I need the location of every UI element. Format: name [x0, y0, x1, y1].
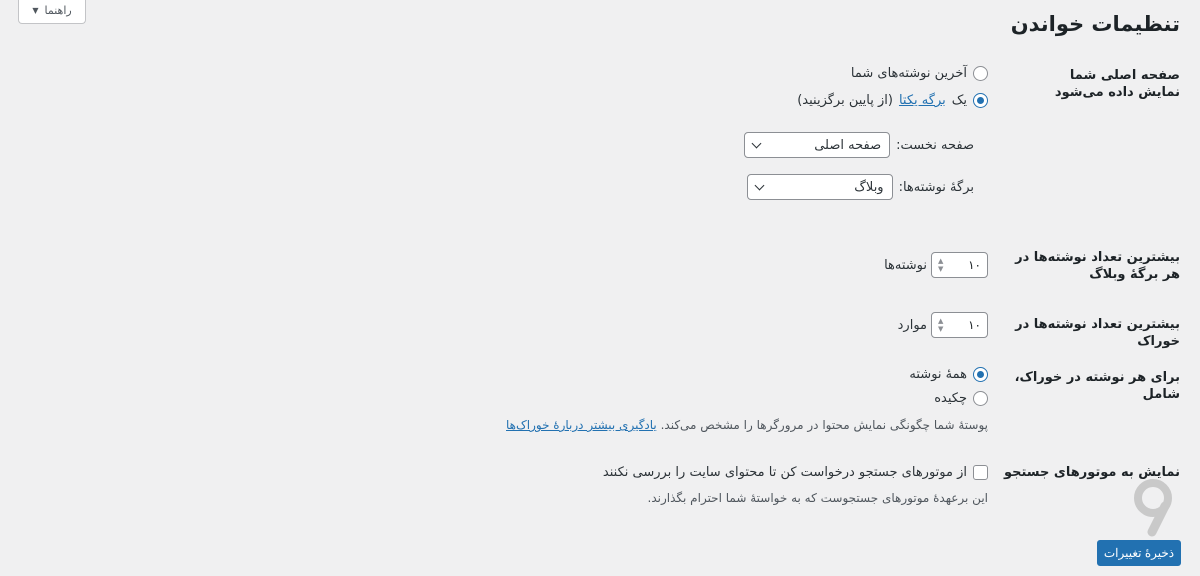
rss-content-label: برای هر نوشته در خوراک، شامل	[1014, 370, 1180, 402]
static-page-link[interactable]: برگه یکتا	[899, 93, 946, 108]
homepage-option-static[interactable]: یک برگه یکتا (از پایین برگزینید)	[797, 93, 988, 108]
rss-description: پوستهٔ شما چگونگی نمایش محتوا در مرورگره…	[506, 418, 988, 432]
rss-description-text: پوستهٔ شما چگونگی نمایش محتوا در مرورگره…	[660, 418, 988, 432]
option-static-suffix: (از پایین برگزینید)	[797, 93, 893, 108]
posts-per-page-unit: نوشته‌ها	[884, 257, 927, 273]
help-tab-label: راهنما	[44, 4, 72, 17]
posts-per-rss-unit: موارد	[897, 317, 927, 333]
posts-per-page-label: بیشترین تعداد نوشته‌ها در هر برگهٔ وبلاگ	[1015, 250, 1180, 282]
front-page-value: صفحه اصلی	[814, 137, 882, 153]
page-title: تنظیمات خواندن	[1010, 12, 1180, 36]
homepage-option-latest[interactable]: آخرین نوشته‌های شما	[851, 66, 988, 81]
caret-down-icon: ▼	[32, 6, 39, 15]
option-latest-label: آخرین نوشته‌های شما	[850, 66, 967, 81]
save-changes-button[interactable]: ذخیرهٔ تغییرات	[1097, 540, 1181, 566]
spinner-icon[interactable]: ▲ ▼	[938, 258, 943, 273]
spinner-icon[interactable]: ▲ ▼	[938, 318, 943, 333]
posts-per-page-row: ۱۰ ▲ ▼ نوشته‌ها	[884, 252, 988, 278]
posts-per-page-input[interactable]: ۱۰ ▲ ▼	[931, 252, 988, 278]
feeds-learn-more-link[interactable]: یادگیری بیشتر دربارهٔ خوراک‌ها	[506, 418, 657, 432]
homepage-label: صفحه اصلی شما نمایش داده می‌شود	[1054, 68, 1180, 100]
front-page-row: صفحه نخست: صفحه اصلی	[744, 132, 974, 158]
search-visibility-option[interactable]: از موتورهای جستجو درخواست کن تا محتوای س…	[603, 465, 988, 480]
front-page-label: صفحه نخست:	[896, 137, 974, 153]
watermark-logo-icon	[1134, 479, 1172, 537]
posts-per-rss-row: ۱۰ ▲ ▼ موارد	[898, 312, 988, 338]
discourage-search-checkbox[interactable]	[973, 465, 988, 480]
radio-excerpt[interactable]	[973, 391, 988, 406]
rss-option-excerpt-label: چکیده	[934, 391, 967, 406]
posts-page-value: وبلاگ	[854, 179, 884, 195]
radio-full-text[interactable]	[973, 367, 988, 382]
posts-per-rss-value: ۱۰	[968, 318, 981, 332]
chevron-down-icon	[754, 180, 765, 190]
search-visibility-description: این برعهدهٔ موتورهای جستجوست که به خواست…	[647, 491, 988, 505]
rss-option-full-label: همهٔ نوشته	[909, 367, 967, 382]
chevron-down-icon	[751, 138, 762, 148]
posts-page-label: برگهٔ نوشته‌ها:	[898, 179, 974, 195]
radio-static-page[interactable]	[973, 93, 988, 108]
posts-per-rss-label: بیشترین تعداد نوشته‌ها در خوراک	[1015, 317, 1180, 349]
help-tab-button[interactable]: راهنما ▼	[18, 0, 86, 24]
posts-per-page-value: ۱۰	[968, 258, 981, 272]
rss-option-full[interactable]: همهٔ نوشته	[909, 367, 988, 382]
posts-per-rss-input[interactable]: ۱۰ ▲ ▼	[931, 312, 988, 338]
discourage-search-label: از موتورهای جستجو درخواست کن تا محتوای س…	[602, 465, 967, 480]
option-static-prefix: یک	[951, 93, 967, 108]
radio-latest-posts[interactable]	[973, 66, 988, 81]
posts-page-row: برگهٔ نوشته‌ها: وبلاگ	[746, 174, 974, 200]
rss-option-excerpt[interactable]: چکیده	[934, 391, 988, 406]
front-page-select[interactable]: صفحه اصلی	[744, 132, 891, 158]
posts-page-select[interactable]: وبلاگ	[746, 174, 893, 200]
